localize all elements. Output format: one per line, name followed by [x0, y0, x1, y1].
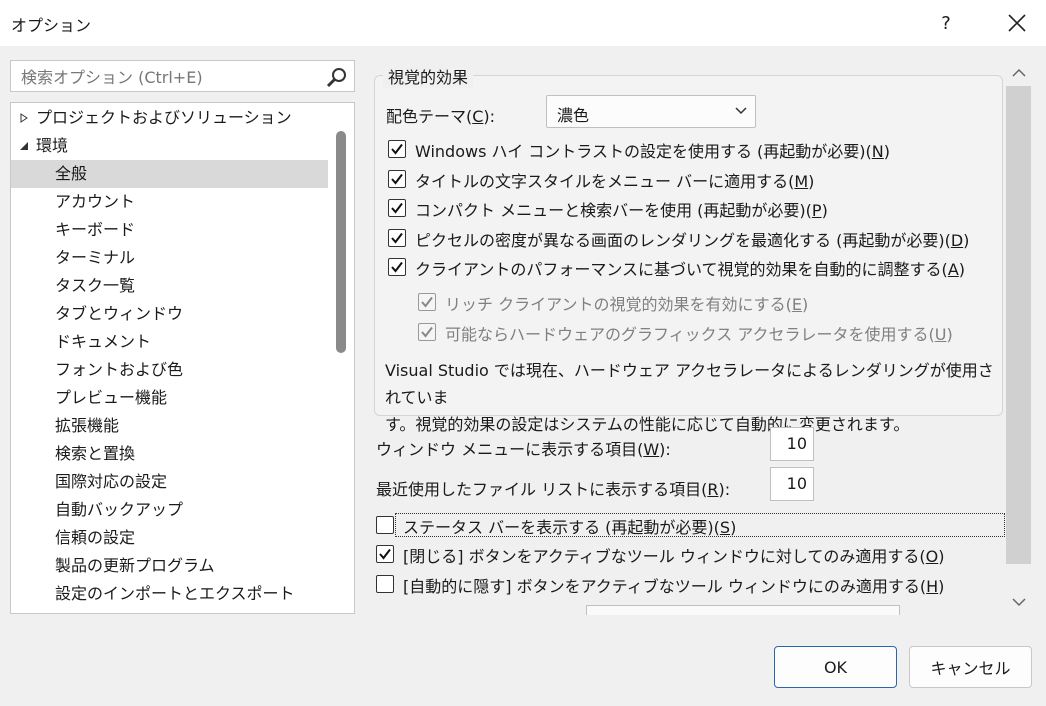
close-button[interactable]: [992, 0, 1042, 46]
visual-effects-checkbox[interactable]: [388, 229, 406, 247]
tree-item[interactable]: 検索と置換: [11, 440, 328, 468]
tree-item[interactable]: タスク一覧: [11, 272, 328, 300]
cancel-button[interactable]: キャンセル: [909, 646, 1032, 688]
tree-item[interactable]: 拡張機能: [11, 412, 328, 440]
tree-item-label: 自動バックアップ: [55, 500, 184, 519]
checkmark-icon: [391, 173, 403, 185]
search-box[interactable]: [10, 60, 355, 92]
checkmark-icon: [379, 548, 391, 560]
visual-effects-group-title: 視覚的効果: [383, 64, 474, 88]
checkmark-icon: [391, 232, 403, 244]
scroll-down-icon[interactable]: [1010, 595, 1028, 609]
visual-effects-checkbox-label[interactable]: コンパクト メニューと検索バーを使用 (再起動が必要)(P): [415, 197, 828, 221]
checkmark-icon: [421, 296, 433, 308]
tree-item-label: 全般: [55, 164, 88, 183]
options-scrollbar-thumb[interactable]: [1006, 86, 1031, 564]
visual-effects-checkbox-label[interactable]: リッチ クライアントの視覚的効果を有効にする(E): [445, 291, 808, 315]
tree-item-label: 国際対応の設定: [55, 472, 168, 491]
visual-effects-checkbox: [418, 323, 436, 341]
window-menu-items-label: ウィンドウ メニューに表示する項目(W):: [376, 440, 671, 459]
help-button[interactable]: ?: [922, 0, 970, 46]
tree-item[interactable]: 製品の更新プログラム: [11, 552, 328, 580]
option-checkbox[interactable]: [376, 575, 394, 593]
tree-item-label: プレビュー機能: [55, 388, 168, 407]
visual-effects-checkbox[interactable]: [388, 199, 406, 217]
tree-item[interactable]: 全般: [11, 160, 328, 188]
visual-effects-checkbox[interactable]: [388, 170, 406, 188]
checkmark-icon: [391, 202, 403, 214]
visual-effects-checkbox[interactable]: [388, 140, 406, 158]
tree-item-label: 検索と置換: [55, 444, 136, 463]
search-input[interactable]: [19, 66, 319, 88]
collapsed-triangle-icon[interactable]: [19, 113, 29, 123]
tree-item-label: タスク一覧: [55, 276, 136, 295]
tree-item[interactable]: プロジェクトおよびソリューション: [11, 104, 328, 132]
chevron-down-icon: [735, 107, 747, 115]
option-checkbox[interactable]: [376, 516, 394, 534]
visual-effects-checkbox-label[interactable]: ピクセルの密度が異なる画面のレンダリングを最適化する (再起動が必要)(D): [415, 227, 969, 251]
checkmark-icon: [391, 261, 403, 273]
option-checkbox-label[interactable]: [自動的に隠す] ボタンをアクティブなツール ウィンドウにのみ適用する(H): [403, 573, 944, 597]
tree-item[interactable]: ドキュメント: [11, 328, 328, 356]
options-tree[interactable]: プロジェクトおよびソリューション 環境全般アカウントキーボードターミナルタスク一覧…: [10, 102, 355, 614]
search-icon[interactable]: [326, 66, 348, 88]
visual-effects-description: Visual Studio では現在、ハードウェア アクセラレータによるレンダリ…: [385, 361, 994, 434]
tree-item-label: フォントおよび色: [55, 360, 184, 379]
tree-item-label: 環境: [36, 136, 69, 155]
window-title: オプション: [11, 16, 92, 35]
tree-item[interactable]: アカウント: [11, 188, 328, 216]
tree-scrollbar-thumb[interactable]: [336, 131, 346, 353]
tree-item[interactable]: タブとウィンドウ: [11, 300, 328, 328]
visual-effects-checkbox-label[interactable]: Windows ハイ コントラストの設定を使用する (再起動が必要)(N): [415, 138, 890, 162]
tree-item[interactable]: 設定のインポートとエクスポート: [11, 580, 328, 608]
tree-item-label: ドキュメント: [55, 332, 152, 351]
visual-effects-checkbox-label[interactable]: タイトルの文字スタイルをメニュー バーに適用する(M): [415, 168, 814, 192]
close-icon: [1008, 14, 1026, 32]
option-checkbox-label[interactable]: [閉じる] ボタンをアクティブなツール ウィンドウに対してのみ適用する(O): [403, 543, 945, 567]
theme-select[interactable]: 濃色: [546, 95, 756, 128]
tree-item-label: 拡張機能: [55, 416, 120, 435]
checkmark-icon: [391, 143, 403, 155]
help-icon: ?: [941, 12, 951, 34]
tree-item-label: キーボード: [55, 220, 136, 239]
checkmark-icon: [421, 326, 433, 338]
tree-item-label: 製品の更新プログラム: [55, 556, 215, 575]
visual-effects-checkbox: [418, 293, 436, 311]
recent-files-items-input[interactable]: 10: [770, 467, 814, 501]
partially-hidden-row: [374, 605, 1004, 615]
expanded-triangle-icon[interactable]: [19, 141, 29, 151]
tree-item-label: プロジェクトおよびソリューション: [36, 108, 292, 127]
tree-item-label: 信頼の設定: [55, 528, 136, 547]
option-checkbox-label[interactable]: ステータス バーを表示する (再起動が必要)(S): [403, 514, 736, 538]
tree-item[interactable]: フォントおよび色: [11, 356, 328, 384]
ok-button[interactable]: OK: [774, 646, 897, 688]
tree-item-label: アカウント: [55, 192, 136, 211]
window-menu-items-input[interactable]: 10: [770, 427, 814, 461]
option-checkbox[interactable]: [376, 545, 394, 563]
tree-item[interactable]: 信頼の設定: [11, 524, 328, 552]
visual-effects-checkbox[interactable]: [388, 258, 406, 276]
tree-item[interactable]: 自動バックアップ: [11, 496, 328, 524]
title-bar: オプション ?: [0, 0, 1046, 46]
theme-select-value: 濃色: [557, 106, 590, 125]
tree-item-label: 設定のインポートとエクスポート: [55, 584, 295, 603]
scroll-up-icon[interactable]: [1010, 66, 1028, 80]
visual-effects-checkbox-label[interactable]: 可能ならハードウェアのグラフィックス アクセラレータを使用する(U): [445, 321, 953, 345]
recent-files-items-label: 最近使用したファイル リストに表示する項目(R):: [376, 480, 731, 499]
tree-item-label: タブとウィンドウ: [55, 304, 184, 323]
tree-item[interactable]: 国際対応の設定: [11, 468, 328, 496]
visual-effects-checkbox-label[interactable]: クライアントのパフォーマンスに基づいて視覚的効果を自動的に調整する(A): [415, 256, 965, 280]
theme-label: 配色テーマ(C):: [386, 107, 496, 126]
tree-item[interactable]: プレビュー機能: [11, 384, 328, 412]
tree-item[interactable]: ターミナル: [11, 244, 328, 272]
tree-item[interactable]: 環境: [11, 132, 328, 160]
tree-item-label: ターミナル: [55, 248, 136, 267]
tree-item[interactable]: キーボード: [11, 216, 328, 244]
